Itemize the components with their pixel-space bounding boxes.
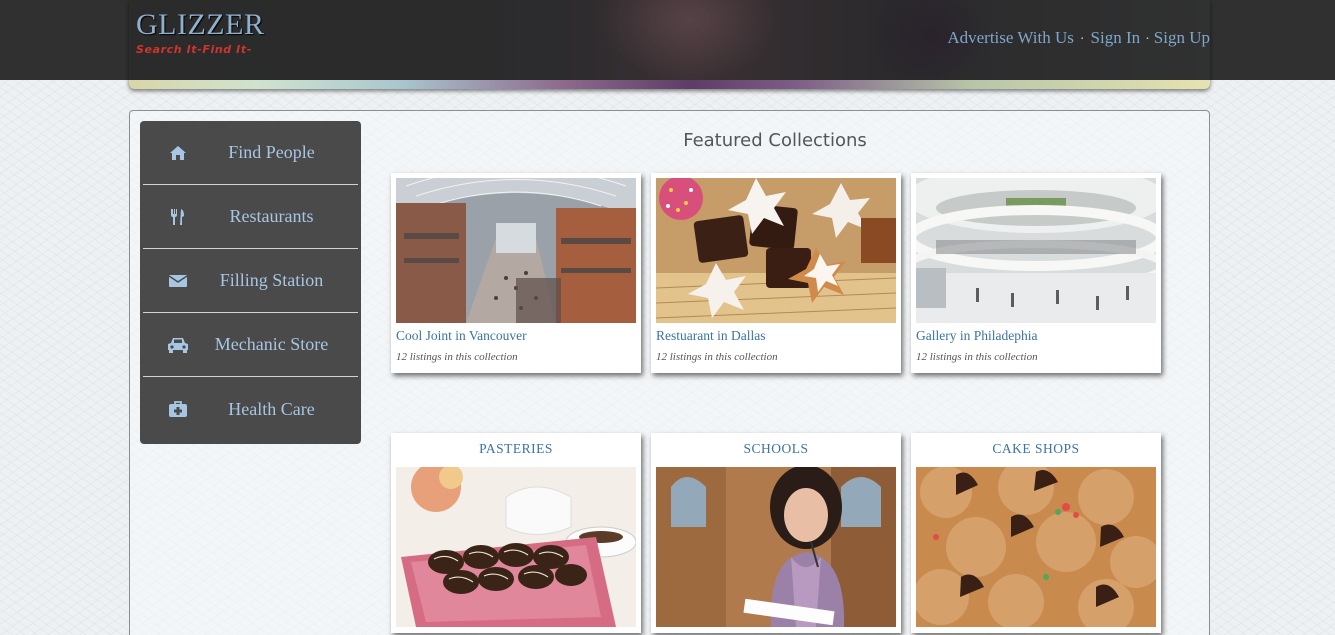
sidebar-item-label: Mechanic Store [214, 334, 329, 354]
category-card-schools[interactable]: SCHOOLS [651, 433, 901, 633]
logo-title: GLIZZER [136, 8, 265, 41]
sidebar-item-mechanic-store[interactable]: Mechanic Store [143, 313, 358, 377]
collection-card[interactable]: Restuarant in Dallas 12 listings in this… [651, 173, 901, 373]
sidebar-item-health-care[interactable]: Health Care [143, 377, 358, 441]
sidebar-item-label: Find People [228, 142, 315, 162]
collection-count: 12 listings in this collection [916, 351, 1038, 363]
category-title[interactable]: CAKE SHOPS [911, 441, 1161, 457]
collection-count: 12 listings in this collection [656, 351, 778, 363]
sign-up-link[interactable]: Sign Up [1154, 28, 1210, 47]
category-title[interactable]: SCHOOLS [651, 441, 901, 457]
car-icon [143, 337, 213, 353]
advertise-link[interactable]: Advertise With Us [947, 28, 1074, 47]
sidebar-item-label: Health Care [228, 398, 315, 419]
header-color-strip [129, 80, 1210, 89]
site-logo[interactable]: GLIZZER Search It-Find It- [136, 8, 265, 57]
sign-in-link[interactable]: Sign In [1091, 28, 1141, 47]
collection-count: 12 listings in this collection [396, 351, 518, 363]
category-image[interactable] [656, 467, 896, 627]
sidebar-item-restaurants[interactable]: Restaurants [143, 185, 358, 249]
nav-separator: · [1079, 32, 1085, 47]
sidebar-item-label: Filling Station [219, 270, 324, 290]
collection-image[interactable] [656, 178, 896, 323]
envelope-icon [143, 274, 213, 288]
collection-title[interactable]: Restuarant in Dallas [656, 328, 765, 344]
sidebar-item-filling-station[interactable]: Filling Station [143, 249, 358, 313]
category-card-cake-shops[interactable]: CAKE SHOPS [911, 433, 1161, 633]
collection-title[interactable]: Cool Joint in Vancouver [396, 328, 527, 344]
sidebar-item-find-people[interactable]: Find People [143, 121, 358, 185]
medkit-icon [143, 401, 213, 417]
home-icon [143, 145, 213, 161]
collection-title[interactable]: Gallery in Philadephia [916, 328, 1037, 344]
category-title[interactable]: PASTERIES [391, 441, 641, 457]
utensils-icon [143, 208, 213, 226]
nav-separator: · [1145, 32, 1150, 47]
sidebar-item-label: Restaurants [229, 206, 314, 226]
category-card-pasteries[interactable]: PASTERIES [391, 433, 641, 633]
featured-collections-title: Featured Collections [683, 130, 867, 151]
collection-image[interactable] [396, 178, 636, 323]
category-image[interactable] [916, 467, 1156, 627]
top-nav: Advertise With Us · Sign In · Sign Up [947, 28, 1210, 48]
site-header: GLIZZER Search It-Find It- Advertise Wit… [129, 0, 1210, 89]
logo-tagline: Search It-Find It- [136, 43, 252, 56]
sidebar: Find People Restaurants Filling Station … [140, 121, 361, 444]
collection-card[interactable]: Gallery in Philadephia 12 listings in th… [911, 173, 1161, 373]
category-image[interactable] [396, 467, 636, 627]
collection-image[interactable] [916, 178, 1156, 323]
collection-card[interactable]: Cool Joint in Vancouver 12 listings in t… [391, 173, 641, 373]
